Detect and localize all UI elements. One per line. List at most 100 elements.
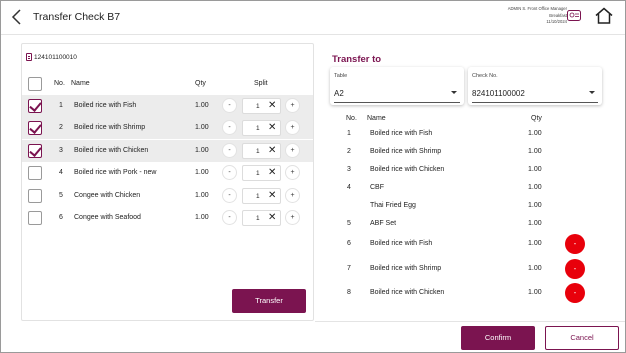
business-date: 11/10/2024 — [546, 19, 567, 24]
split-input[interactable]: 1 ✕ — [242, 210, 281, 226]
transfer-to-heading: Transfer to — [332, 54, 382, 65]
item-qty: 1.00 — [195, 124, 209, 132]
item-name: Congee with Chicken — [74, 191, 141, 199]
item-checkbox[interactable] — [28, 188, 42, 203]
item-qty: 1.00 — [195, 102, 209, 109]
split-minus-button[interactable]: - — [222, 98, 237, 113]
split-value: 1 — [256, 147, 260, 155]
item-checkbox[interactable] — [28, 99, 42, 113]
clear-icon[interactable]: ✕ — [268, 100, 276, 112]
clear-icon[interactable]: ✕ — [268, 122, 276, 134]
item-qty: 1.00 — [195, 191, 209, 199]
item-qty: 1.00 — [528, 202, 542, 209]
source-item-row[interactable]: 3 Boiled rice with Chicken 1.00-1 ✕ + — [22, 139, 313, 162]
split-plus-button[interactable]: + — [285, 210, 300, 225]
item-checkbox[interactable] — [28, 211, 42, 225]
split-plus-button[interactable]: + — [285, 120, 300, 136]
back-arrow-icon[interactable] — [10, 8, 24, 26]
target-item-row: 8 Boiled rice with Chicken 1.00 - — [332, 282, 602, 304]
col-no: No. — [54, 80, 65, 87]
split-plus-button[interactable]: + — [285, 187, 300, 203]
chevron-down-icon — [589, 91, 595, 94]
split-stepper: -1 ✕ + — [222, 165, 300, 182]
source-item-row[interactable]: 5 Congee with Chicken 1.00-1 ✕ + — [22, 185, 313, 207]
item-no: 6 — [59, 214, 63, 221]
item-no: 1 — [347, 130, 351, 137]
select-all-checkbox[interactable] — [28, 77, 42, 91]
split-minus-button[interactable]: - — [222, 187, 237, 203]
col-split: Split — [254, 80, 268, 87]
split-stepper: -1 ✕ + — [222, 187, 300, 204]
split-minus-button[interactable]: - — [222, 142, 237, 158]
item-no: 4 — [347, 184, 351, 191]
app-frame: Transfer Check B7 ADMIN S. Front Office … — [0, 0, 626, 353]
split-input[interactable]: 1 ✕ — [242, 142, 281, 159]
source-item-row[interactable]: 1 Boiled rice with Fish 1.00 -1 ✕ + — [22, 95, 313, 117]
item-name: Boiled rice with Pork - new — [74, 169, 157, 177]
split-input[interactable]: 1 ✕ — [242, 98, 281, 114]
item-checkbox[interactable] — [28, 121, 42, 136]
item-checkbox[interactable] — [28, 166, 42, 181]
target-item-row: 7 Boiled rice with Shrimp 1.00 - — [332, 258, 602, 280]
source-item-row[interactable]: 6 Congee with Seafood 1.00-1 ✕ + — [22, 207, 313, 229]
table-select-value: A2 — [334, 89, 344, 98]
item-name: Boiled rice with Shrimp — [370, 265, 442, 272]
item-name: Boiled rice with Fish — [74, 102, 137, 109]
item-qty: 1.00 — [528, 148, 542, 155]
item-name: Boiled rice with Chicken — [370, 289, 445, 296]
table-select[interactable]: Table A2 — [330, 67, 464, 105]
split-minus-button[interactable]: - — [222, 165, 237, 181]
split-stepper: -1 ✕ + — [222, 210, 300, 226]
split-value: 1 — [256, 170, 260, 178]
clear-icon[interactable]: ✕ — [268, 167, 276, 179]
item-qty: 1.00 — [528, 130, 542, 137]
split-value: 1 — [256, 192, 260, 200]
split-value: 1 — [256, 125, 260, 133]
item-no: 1 — [59, 102, 63, 109]
split-minus-button[interactable]: - — [222, 120, 237, 136]
split-stepper: -1 ✕ + — [222, 142, 300, 159]
check-no-select-value: 824101100002 — [472, 89, 525, 98]
split-plus-button[interactable]: + — [285, 165, 300, 181]
item-no: 5 — [59, 191, 63, 199]
split-plus-button[interactable]: + — [285, 142, 300, 158]
check-no-select[interactable]: Check No. 824101100002 — [468, 67, 602, 105]
item-no: 2 — [347, 148, 351, 155]
item-no: 5 — [347, 220, 351, 227]
footer-divider — [315, 321, 625, 322]
split-input[interactable]: 1 ✕ — [242, 120, 281, 137]
source-item-row[interactable]: 2 Boiled rice with Shrimp 1.00-1 ✕ + — [22, 117, 313, 140]
check-no-select-label: Check No. — [472, 73, 498, 79]
split-input[interactable]: 1 ✕ — [242, 187, 281, 204]
cancel-button[interactable]: Cancel — [545, 326, 619, 350]
split-input[interactable]: 1 ✕ — [242, 165, 281, 182]
target-item-row: 5 ABF Set 1.00 — [332, 213, 602, 235]
item-name: Boiled rice with Chicken — [74, 146, 149, 154]
item-qty: 1.00 — [528, 220, 542, 227]
clear-icon[interactable]: ✕ — [268, 145, 276, 157]
items-table-header: No. Name Qty Split — [22, 74, 313, 94]
select-underline — [472, 102, 598, 103]
col-qty: Qty — [195, 80, 206, 87]
source-check-ref: 124101100010 — [26, 53, 77, 61]
receipt-icon — [26, 53, 32, 61]
remove-item-button[interactable]: - — [565, 283, 585, 303]
clear-icon[interactable]: ✕ — [268, 212, 276, 224]
item-qty: 1.00 — [195, 214, 209, 221]
col-no: No. — [346, 115, 357, 122]
source-item-row[interactable]: 4 Boiled rice with Pork - new 1.00-1 ✕ + — [22, 162, 313, 184]
item-no: 6 — [347, 240, 351, 247]
home-icon[interactable] — [595, 7, 613, 24]
user-info: ADMIN S. Front Office Manager Breakfast … — [447, 6, 567, 26]
transfer-button[interactable]: Transfer — [232, 289, 306, 313]
remove-item-button[interactable]: - — [565, 259, 585, 279]
split-minus-button[interactable]: - — [222, 210, 237, 225]
item-name: Boiled rice with Fish — [370, 130, 433, 137]
item-checkbox[interactable] — [28, 143, 42, 158]
confirm-button[interactable]: Confirm — [461, 326, 535, 350]
split-plus-button[interactable]: + — [285, 98, 300, 113]
split-stepper: -1 ✕ + — [222, 120, 300, 137]
select-underline — [334, 102, 460, 103]
remove-item-button[interactable]: - — [565, 234, 585, 254]
clear-icon[interactable]: ✕ — [268, 190, 276, 202]
